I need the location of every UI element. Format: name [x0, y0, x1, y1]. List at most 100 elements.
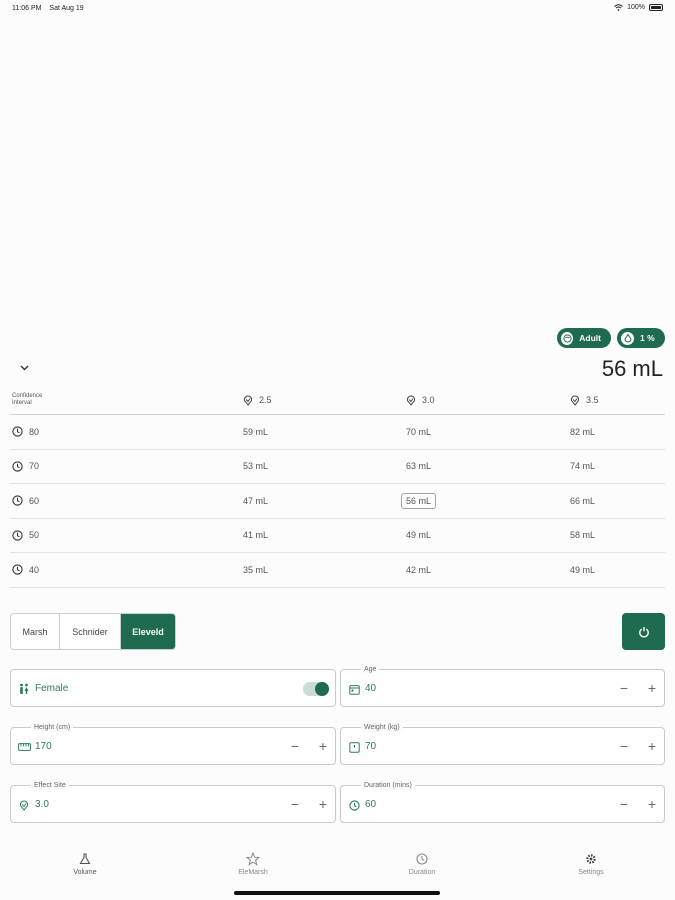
age-field[interactable]: Age 40 − +	[340, 665, 665, 707]
effect-site-icon	[243, 395, 253, 406]
volume-cell[interactable]: 74 mL	[570, 461, 595, 471]
duration-decrement-button[interactable]: −	[618, 796, 630, 812]
scale-icon	[347, 740, 361, 754]
concentration-label: 1 %	[640, 333, 655, 343]
height-decrement-button[interactable]: −	[289, 738, 301, 754]
clock-icon	[347, 798, 361, 812]
volume-cell[interactable]: 35 mL	[243, 565, 268, 575]
volume-cell[interactable]: 49 mL	[570, 565, 595, 575]
power-icon	[638, 626, 649, 637]
table-row: 40 35 mL 42 mL 49 mL	[10, 553, 665, 588]
clock-icon	[12, 461, 23, 472]
volume-table: Confidence Interval 2.5 3.0 3.5 80 59 mL…	[10, 386, 665, 588]
effect-site-icon	[570, 395, 580, 406]
weight-increment-button[interactable]: +	[646, 738, 658, 754]
effect-site-icon	[17, 798, 31, 812]
height-field[interactable]: Height (cm) 170 − +	[10, 723, 336, 765]
battery-icon	[649, 4, 663, 11]
duration-increment-button[interactable]: +	[646, 796, 658, 812]
duration-value: 50	[29, 530, 40, 541]
volume-cell[interactable]: 41 mL	[243, 530, 268, 540]
sex-toggle[interactable]	[303, 682, 329, 696]
height-increment-button[interactable]: +	[317, 738, 329, 754]
battery-percent: 100%	[627, 4, 645, 11]
weight-field[interactable]: Weight (kg) 70 − +	[340, 723, 665, 765]
age-value: 40	[365, 683, 377, 694]
volume-cell[interactable]: 58 mL	[570, 530, 595, 540]
volume-cell[interactable]: 49 mL	[406, 530, 431, 540]
model-selector: Marsh Schnider Eleveld	[10, 613, 176, 650]
patient-type-badge[interactable]: Adult	[557, 328, 611, 348]
duration-value: 40	[29, 564, 40, 575]
age-increment-button[interactable]: +	[646, 680, 658, 696]
concentration-badge[interactable]: 1 %	[617, 328, 665, 348]
age-label: Age	[361, 665, 380, 674]
age-decrement-button[interactable]: −	[618, 680, 630, 696]
status-time: 11:06 PM	[12, 5, 42, 12]
volume-cell[interactable]: 70 mL	[406, 427, 431, 437]
home-indicator[interactable]	[234, 891, 440, 895]
duration-value: 70	[29, 461, 40, 472]
effect-site-field[interactable]: Effect Site 3.0 − +	[10, 781, 336, 823]
status-date: Sat Aug 19	[49, 5, 84, 12]
gender-icon	[17, 682, 31, 696]
volume-cell[interactable]: 82 mL	[570, 427, 595, 437]
gear-icon	[584, 852, 598, 866]
volume-cell[interactable]: 66 mL	[570, 496, 595, 506]
clock-icon	[12, 530, 23, 541]
model-schnider-button[interactable]: Schnider	[60, 614, 121, 649]
ruler-icon	[17, 740, 31, 754]
tab-bar: Volume EleMarsh Duration Settings	[0, 852, 675, 892]
table-row: 60 47 mL 56 mL 66 mL	[10, 484, 665, 519]
table-row: 80 59 mL 70 mL 82 mL	[10, 415, 665, 450]
weight-value: 70	[365, 741, 377, 752]
duration-label: Duration (mins)	[361, 781, 415, 790]
duration-value: 80	[29, 426, 40, 437]
effect-site-label: Effect Site	[31, 781, 69, 790]
weight-decrement-button[interactable]: −	[618, 738, 630, 754]
tab-settings[interactable]: Settings	[551, 852, 631, 876]
volume-cell[interactable]: 53 mL	[243, 461, 268, 471]
drop-icon	[621, 331, 634, 345]
effect-site-value: 3.0	[35, 799, 49, 810]
sex-value: Female	[35, 683, 69, 694]
height-value: 170	[35, 741, 52, 752]
reset-button[interactable]	[622, 613, 665, 650]
effect-site-icon	[406, 395, 416, 406]
table-row: 70 53 mL 63 mL 74 mL	[10, 450, 665, 484]
model-eleveld-button[interactable]: Eleveld	[121, 614, 175, 649]
effect-site-increment-button[interactable]: +	[317, 796, 329, 812]
collapse-chevron-icon[interactable]	[20, 362, 29, 374]
duration-value: 60	[29, 495, 40, 506]
volume-cell[interactable]: 63 mL	[406, 461, 431, 471]
effect-site-header: 3.0	[406, 386, 435, 414]
effect-site-decrement-button[interactable]: −	[289, 796, 301, 812]
duration-field[interactable]: Duration (mins) 60 − +	[340, 781, 665, 823]
volume-cell[interactable]: 42 mL	[406, 565, 431, 575]
flask-icon	[78, 852, 92, 866]
patient-type-label: Adult	[579, 333, 601, 343]
total-volume: 56 mL	[601, 356, 663, 381]
wifi-icon	[614, 4, 623, 11]
status-bar: 11:06 PM Sat Aug 19 100%	[0, 0, 675, 18]
tab-volume[interactable]: Volume	[45, 852, 125, 876]
clock-icon	[415, 852, 429, 866]
height-label: Height (cm)	[31, 723, 74, 732]
calendar-icon	[347, 682, 361, 696]
effect-site-header: 2.5	[243, 386, 272, 414]
volume-cell[interactable]: 47 mL	[243, 496, 268, 506]
face-icon	[561, 331, 574, 345]
selected-volume-cell[interactable]: 56 mL	[401, 492, 437, 509]
clock-icon	[12, 564, 23, 575]
tab-duration[interactable]: Duration	[382, 852, 462, 876]
table-header-row: Confidence Interval 2.5 3.0 3.5	[10, 386, 665, 415]
confidence-interval-label: Confidence Interval	[12, 393, 43, 406]
model-marsh-button[interactable]: Marsh	[11, 614, 60, 649]
volume-cell[interactable]: 59 mL	[243, 427, 268, 437]
tab-elemarsh[interactable]: EleMarsh	[213, 852, 293, 876]
weight-label: Weight (kg)	[361, 723, 403, 732]
clock-icon	[12, 426, 23, 437]
effect-site-header: 3.5	[570, 386, 599, 414]
table-row: 50 41 mL 49 mL 58 mL	[10, 519, 665, 553]
sex-field[interactable]: Female	[10, 669, 336, 707]
